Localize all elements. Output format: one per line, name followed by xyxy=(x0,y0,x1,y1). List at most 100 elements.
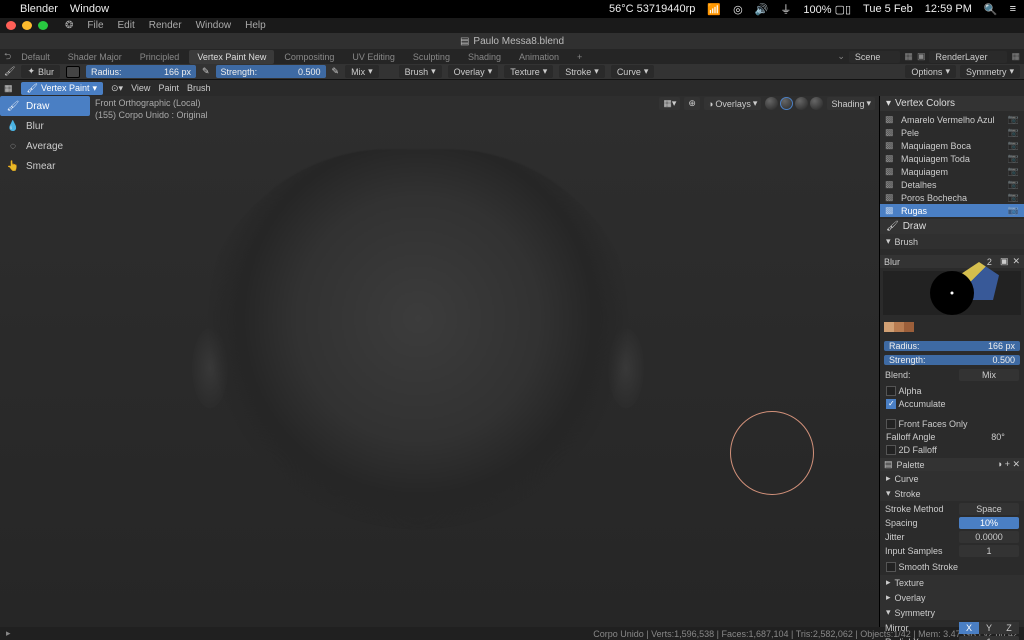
workspace-uv[interactable]: UV Editing xyxy=(344,50,403,64)
falloff-angle[interactable]: Falloff Angle80° xyxy=(886,432,1018,442)
vertex-colors-header[interactable]: ▾ Vertex Colors xyxy=(880,96,1024,111)
menu-edit[interactable]: Edit xyxy=(113,20,140,31)
vcolor-layer[interactable]: ▩Detalhes📷 xyxy=(880,178,1024,191)
fake-user-icon[interactable]: ▣ xyxy=(1000,256,1009,267)
alpha-check[interactable]: Alpha xyxy=(886,386,1018,396)
workspace-default[interactable]: Default xyxy=(13,50,58,64)
radius-slider[interactable]: Radius:166 px xyxy=(86,65,196,78)
render-icon[interactable]: 📷 xyxy=(1008,192,1019,203)
workspace-anim[interactable]: Animation xyxy=(511,50,567,64)
wifi-icon[interactable]: 📶 xyxy=(707,3,721,16)
menu-window[interactable]: Window xyxy=(191,20,237,31)
vcolor-layer[interactable]: ▩Amarelo Vermelho Azul📷 xyxy=(880,113,1024,126)
blend-value[interactable]: Mix xyxy=(959,369,1019,381)
render-icon[interactable]: 📷 xyxy=(1008,205,1019,216)
color-picker[interactable] xyxy=(883,271,1021,315)
spacing-value[interactable]: 10% xyxy=(959,517,1019,529)
shading-lookdev[interactable] xyxy=(795,97,808,110)
workspace-principled[interactable]: Principled xyxy=(132,50,188,64)
control-center-icon[interactable]: ◎ xyxy=(733,3,743,16)
shading-rendered[interactable] xyxy=(810,97,823,110)
scene-selector[interactable]: Scene xyxy=(849,51,901,63)
swatch[interactable] xyxy=(884,322,894,332)
options-dropdown[interactable]: Options ▾ xyxy=(905,65,956,78)
app-menu-window[interactable]: Window xyxy=(70,3,109,15)
view-select-icon[interactable]: ▦▾ xyxy=(659,97,680,110)
3d-viewport[interactable]: ▦▾ ⊕ ◑ Overlays ▾ Shading ▾ 🖌Draw 💧Blur … xyxy=(0,96,879,627)
paint-color[interactable] xyxy=(66,66,80,78)
brush-icon[interactable]: 🖌 xyxy=(4,66,15,77)
strength-slider[interactable]: Strength:0.500 xyxy=(216,65,326,78)
render-icon[interactable]: 📷 xyxy=(1008,114,1019,125)
menu-render[interactable]: Render xyxy=(144,20,187,31)
brush-selector[interactable]: ✦ Blur xyxy=(21,65,60,78)
layer-icon[interactable]: ▣ xyxy=(917,51,926,62)
render-icon[interactable]: 📷 xyxy=(1008,179,1019,190)
render-icon[interactable]: 📷 xyxy=(1008,140,1019,151)
shading-dropdown[interactable]: Shading ▾ xyxy=(827,97,875,110)
time[interactable]: 12:59 PM xyxy=(925,3,972,15)
panel-strength[interactable]: Strength:0.500 xyxy=(884,355,1020,365)
vcolor-layer[interactable]: ▩Maquiagem📷 xyxy=(880,165,1024,178)
accumulate-check[interactable]: Accumulate xyxy=(886,399,1018,409)
spotlight-icon[interactable]: 🔍 xyxy=(984,3,998,16)
strength-pressure-icon[interactable]: ✎ xyxy=(332,66,340,77)
brush-name-field[interactable]: Blur2 ▣ ✕ xyxy=(880,255,1024,268)
pivot-icon[interactable]: ⊙▾ xyxy=(111,83,123,94)
menu-paint[interactable]: Paint xyxy=(158,83,179,93)
tool-average[interactable]: ◌Average xyxy=(0,136,90,156)
tool-smear[interactable]: 👆Smear xyxy=(0,156,90,176)
vcolor-layer[interactable]: ▩Maquiagem Toda📷 xyxy=(880,152,1024,165)
texture-section[interactable]: ▸ Texture xyxy=(880,575,1024,590)
unlink-icon[interactable]: ✕ xyxy=(1012,256,1020,267)
blend-mode[interactable]: Mix ▾ xyxy=(345,65,379,78)
editor-type-icon[interactable]: ▦ xyxy=(4,83,13,94)
symmetry-dropdown[interactable]: Symmetry ▾ xyxy=(960,65,1020,78)
frontfaces-check[interactable]: Front Faces Only xyxy=(886,419,1018,429)
dd-overlay[interactable]: Overlay ▾ xyxy=(448,65,499,78)
blender-icon[interactable]: ❂ xyxy=(60,20,78,31)
workspace-add[interactable]: + xyxy=(569,50,590,64)
vcolor-layer[interactable]: ▩Rugas📷 xyxy=(880,204,1024,217)
radialx-value[interactable]: 1 xyxy=(959,636,1019,640)
minimize-window[interactable] xyxy=(22,21,32,30)
tool-draw[interactable]: 🖌Draw xyxy=(0,96,90,116)
dd-texture[interactable]: Texture ▾ xyxy=(504,65,553,78)
workspace-compositing[interactable]: Compositing xyxy=(276,50,342,64)
zoom-window[interactable] xyxy=(38,21,48,30)
close-window[interactable] xyxy=(6,21,16,30)
overlays-toggle[interactable]: ◑ Overlays ▾ xyxy=(704,97,761,110)
mirror-xyz[interactable]: XYZ xyxy=(959,622,1019,634)
dd-brush[interactable]: Brush ▾ xyxy=(399,65,442,78)
date[interactable]: Tue 5 Feb xyxy=(863,3,913,15)
scene-dup-icon[interactable]: ▦ xyxy=(904,51,913,62)
menu-file[interactable]: File xyxy=(82,20,108,31)
menu-help[interactable]: Help xyxy=(240,20,271,31)
gizmo-toggle[interactable]: ⊕ xyxy=(684,97,700,110)
swatch[interactable] xyxy=(904,322,914,332)
radius-pressure-icon[interactable]: ✎ xyxy=(202,66,210,77)
shading-wire[interactable] xyxy=(765,97,778,110)
smooth-stroke-check[interactable]: Smooth Stroke xyxy=(886,562,1018,572)
mode-selector[interactable]: 🖌 Vertex Paint ▾ xyxy=(21,82,104,95)
falloff2d-check[interactable]: 2D Falloff xyxy=(886,445,1018,455)
jitter-value[interactable]: 0.0000 xyxy=(959,531,1019,543)
app-name-blender[interactable]: Blender xyxy=(20,3,58,15)
workspace-shading[interactable]: Shading xyxy=(460,50,509,64)
stroke-method-value[interactable]: Space xyxy=(959,503,1019,515)
tool-blur[interactable]: 💧Blur xyxy=(0,116,90,136)
curve-section[interactable]: ▸ Curve xyxy=(880,471,1024,486)
samples-value[interactable]: 1 xyxy=(959,545,1019,557)
overlay-section[interactable]: ▸ Overlay xyxy=(880,590,1024,605)
palette-selector[interactable]: ▤ Palette◑ + ✕ xyxy=(880,458,1024,471)
render-icon[interactable]: 📷 xyxy=(1008,153,1019,164)
menu-brush[interactable]: Brush xyxy=(187,83,211,93)
symmetry-section[interactable]: ▾ Symmetry xyxy=(880,605,1024,620)
workspace-shader[interactable]: Shader Major xyxy=(60,50,130,64)
anim-play-icon[interactable]: ▸ xyxy=(6,628,11,639)
shading-solid[interactable] xyxy=(780,97,793,110)
menu-extras-icon[interactable]: ≡ xyxy=(1010,3,1016,15)
menu-view[interactable]: View xyxy=(131,83,150,93)
brush-section[interactable]: ▾ Brush xyxy=(880,234,1024,249)
panel-radius[interactable]: Radius:166 px xyxy=(884,341,1020,351)
